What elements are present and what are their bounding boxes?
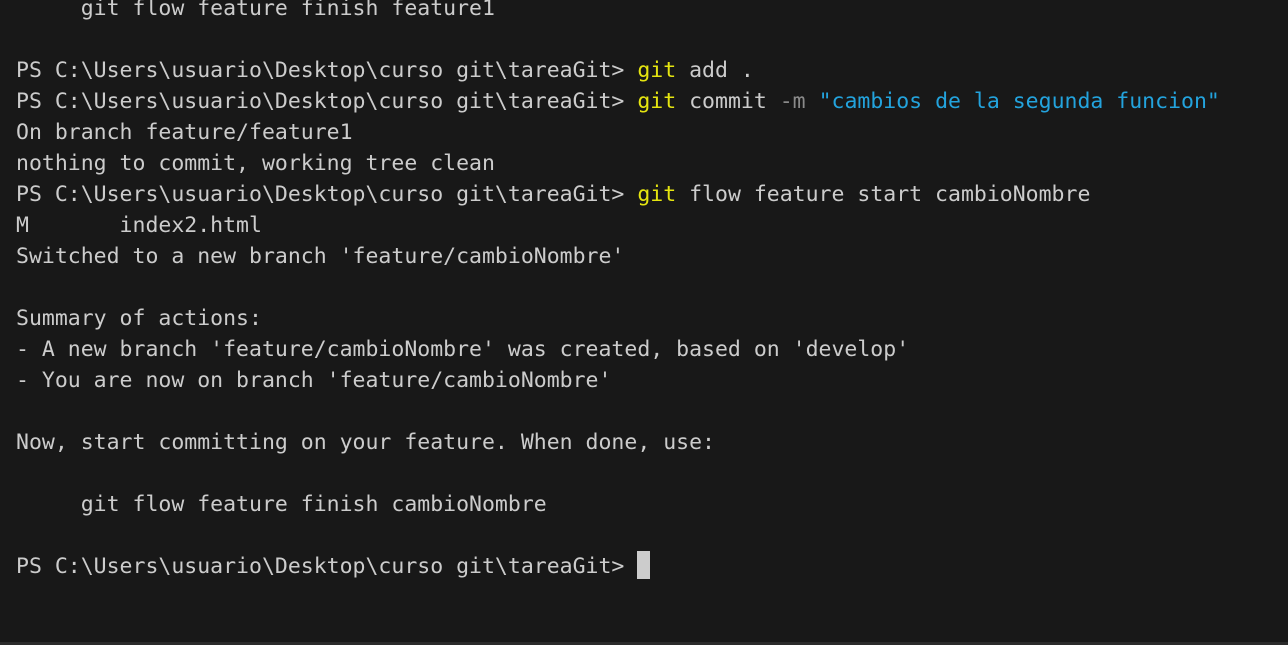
terminal-panel[interactable]: git flow feature finish feature1 PS C:\U… bbox=[0, 0, 1288, 645]
output-line-now-start: Now, start committing on your feature. W… bbox=[16, 430, 715, 455]
output-line-finish-cambionombre: git flow feature finish cambioNombre bbox=[16, 492, 547, 517]
command-keyword: git bbox=[637, 182, 677, 207]
prompt: PS C:\Users\usuario\Desktop\curso git\ta… bbox=[16, 58, 638, 83]
output-line-clean: nothing to commit, working tree clean bbox=[16, 151, 495, 176]
command-line-git-commit: PS C:\Users\usuario\Desktop\curso git\ta… bbox=[16, 86, 1288, 117]
terminal-output: git flow feature finish feature1 PS C:\U… bbox=[16, 0, 1288, 582]
command-args: add . bbox=[676, 58, 754, 83]
output-line-summary-title: Summary of actions: bbox=[16, 306, 262, 331]
command-line-flow-start: PS C:\Users\usuario\Desktop\curso git\ta… bbox=[16, 179, 1288, 210]
output-line-summary-item: - You are now on branch 'feature/cambioN… bbox=[16, 368, 612, 393]
output-line-branch: On branch feature/feature1 bbox=[16, 120, 353, 145]
command-flag: -m bbox=[779, 89, 806, 114]
output-line-modified: M index2.html bbox=[16, 213, 262, 238]
output-line-summary-item: - A new branch 'feature/cambioNombre' wa… bbox=[16, 337, 910, 362]
output-line-switched: Switched to a new branch 'feature/cambio… bbox=[16, 244, 625, 269]
command-keyword: git bbox=[637, 58, 677, 83]
command-space bbox=[806, 89, 819, 114]
prompt: PS C:\Users\usuario\Desktop\curso git\ta… bbox=[16, 89, 638, 114]
command-string: "cambios de la segunda funcion" bbox=[818, 89, 1220, 114]
prompt: PS C:\Users\usuario\Desktop\curso git\ta… bbox=[16, 182, 638, 207]
command-line-git-add: PS C:\Users\usuario\Desktop\curso git\ta… bbox=[16, 55, 1288, 86]
text-cursor[interactable] bbox=[637, 551, 651, 579]
output-line-finish-feature1: git flow feature finish feature1 bbox=[16, 0, 495, 21]
prompt: PS C:\Users\usuario\Desktop\curso git\ta… bbox=[16, 554, 638, 579]
command-args: flow feature start cambioNombre bbox=[676, 182, 1091, 207]
command-keyword: git bbox=[637, 89, 677, 114]
command-args: commit bbox=[676, 89, 780, 114]
command-line-current-prompt[interactable]: PS C:\Users\usuario\Desktop\curso git\ta… bbox=[16, 551, 1288, 582]
